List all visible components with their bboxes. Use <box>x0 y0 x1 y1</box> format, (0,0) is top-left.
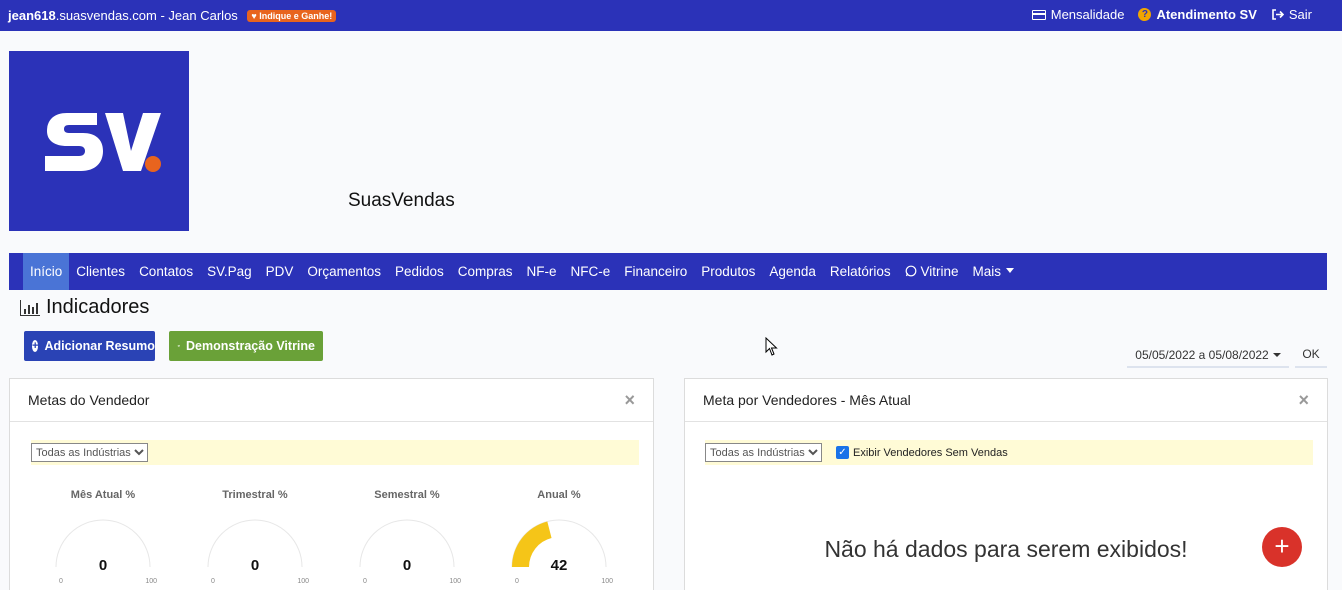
plus-circle-icon: + <box>32 340 39 352</box>
close-icon[interactable]: × <box>1298 390 1309 411</box>
bar-chart-icon <box>20 299 40 316</box>
nav-pdv[interactable]: PDV <box>259 253 301 290</box>
account-name: jean618 <box>8 8 56 23</box>
add-fab-button[interactable]: + <box>1262 527 1302 567</box>
gauge-min: 0 <box>515 578 519 585</box>
top-actions: Mensalidade ? Atendimento SV Sair <box>1031 7 1312 22</box>
panel-title: Meta por Vendedores - Mês Atual <box>703 392 911 408</box>
nav-agenda[interactable]: Agenda <box>762 253 823 290</box>
gauge-title: Semestral % <box>374 489 440 501</box>
gauge-max: 100 <box>601 578 613 585</box>
nav-vitrine[interactable]: Vitrine <box>898 253 966 290</box>
ok-button[interactable]: OK <box>1295 344 1327 368</box>
nav-nfe[interactable]: NF-e <box>520 253 564 290</box>
gauge-mes-atual: Mês Atual % 0 0 100 <box>43 489 163 585</box>
gauge-semestral: Semestral % 0 0 100 <box>347 489 467 585</box>
nav-relatorios[interactable]: Relatórios <box>823 253 898 290</box>
close-icon[interactable]: × <box>624 390 635 411</box>
date-range-picker[interactable]: 05/05/2022 a 05/08/2022 <box>1127 344 1289 368</box>
indique-badge[interactable]: ♥ Indique e Ganhe! <box>247 10 337 22</box>
gauge-max: 100 <box>145 578 157 585</box>
nav-financeiro[interactable]: Financeiro <box>617 253 694 290</box>
nav-nfce[interactable]: NFC-e <box>564 253 618 290</box>
industry-select[interactable]: Todas as Indústrias <box>705 443 822 462</box>
empty-message: Não há dados para serem exibidos! <box>824 536 1188 562</box>
gauge-min: 0 <box>59 578 63 585</box>
sair-label: Sair <box>1288 7 1312 22</box>
nav-mais-label: Mais <box>972 264 1001 279</box>
nav-clientes[interactable]: Clientes <box>69 253 132 290</box>
gauges-row: Mês Atual % 0 0 100 Trimestral % 0 0 100… <box>10 489 653 590</box>
caret-down-icon <box>1272 353 1281 357</box>
gauge-max: 100 <box>297 578 309 585</box>
brand-name: SuasVendas <box>348 190 455 211</box>
filter-bar: Todas as Indústrias <box>31 440 639 465</box>
nav-orcamentos[interactable]: Orçamentos <box>300 253 388 290</box>
top-bar: jean618.suasvendas.com - Jean Carlos ♥ I… <box>0 0 1342 31</box>
indique-badge-label: Indique e Ganhe! <box>259 11 333 21</box>
meta-vendedores-panel: Meta por Vendedores - Mês Atual × Todas … <box>684 378 1328 590</box>
gauge-trimestral: Trimestral % 0 0 100 <box>195 489 315 585</box>
page-title: Indicadores <box>20 296 149 319</box>
nav-produtos[interactable]: Produtos <box>694 253 762 290</box>
mensalidade-link[interactable]: Mensalidade <box>1031 7 1125 22</box>
user-name: - Jean Carlos <box>156 8 238 23</box>
gauge-max: 100 <box>449 578 461 585</box>
demo-vitrine-button[interactable]: Demonstração Vitrine <box>169 331 323 361</box>
brand-logo[interactable] <box>9 51 189 231</box>
show-sellers-checkbox[interactable]: ✓ Exibir Vendedores Sem Vendas <box>836 446 1008 459</box>
account-domain: .suasvendas.com <box>55 8 157 23</box>
main-nav: Início Clientes Contatos SV.Pag PDV Orça… <box>9 253 1327 290</box>
whatsapp-icon <box>905 265 917 277</box>
nav-contatos[interactable]: Contatos <box>132 253 200 290</box>
nav-inicio[interactable]: Início <box>23 253 70 290</box>
metas-vendedor-panel: Metas do Vendedor × Todas as Indústrias … <box>9 378 654 590</box>
caret-down-icon <box>1005 268 1014 273</box>
sair-link[interactable]: Sair <box>1271 7 1312 22</box>
page-title-text: Indicadores <box>46 296 150 318</box>
nav-compras[interactable]: Compras <box>451 253 520 290</box>
gauge-min: 0 <box>363 578 367 585</box>
panel-title: Metas do Vendedor <box>28 392 150 408</box>
filter-bar: Todas as Indústrias ✓ Exibir Vendedores … <box>705 440 1313 465</box>
paper-plane-icon <box>177 344 180 348</box>
gauge-value: 0 <box>250 557 260 574</box>
credit-card-icon <box>1031 9 1046 20</box>
atendimento-label: Atendimento SV <box>1156 7 1257 22</box>
panel-header: Metas do Vendedor × <box>10 379 653 422</box>
industry-select[interactable]: Todas as Indústrias <box>31 443 148 462</box>
atendimento-link[interactable]: ? Atendimento SV <box>1138 7 1257 22</box>
account-info: jean618.suasvendas.com - Jean Carlos ♥ I… <box>8 8 337 23</box>
add-summary-button[interactable]: + Adicionar Resumo <box>24 331 155 361</box>
check-icon: ✓ <box>836 446 849 459</box>
gauge-value: 42 <box>550 557 568 574</box>
gauge-min: 0 <box>211 578 215 585</box>
date-range-label: 05/05/2022 a 05/08/2022 <box>1135 348 1269 362</box>
mensalidade-label: Mensalidade <box>1050 7 1125 22</box>
gauge-title: Anual % <box>537 489 581 501</box>
gauge-title: Trimestral % <box>222 489 288 501</box>
sv-logo-icon <box>45 113 161 172</box>
nav-svpag[interactable]: SV.Pag <box>200 253 259 290</box>
nav-mais[interactable]: Mais <box>965 253 1021 290</box>
demo-vitrine-label: Demonstração Vitrine <box>186 339 315 353</box>
panel-header: Meta por Vendedores - Mês Atual × <box>685 379 1327 422</box>
gauge-value: 0 <box>402 557 412 574</box>
help-icon: ? <box>1138 8 1152 21</box>
gauge-title: Mês Atual % <box>70 489 136 501</box>
logout-icon <box>1272 9 1284 20</box>
nav-vitrine-label: Vitrine <box>920 264 959 279</box>
gauge-value: 0 <box>98 557 108 574</box>
add-summary-label: Adicionar Resumo <box>44 339 155 353</box>
nav-pedidos[interactable]: Pedidos <box>388 253 451 290</box>
checkbox-label: Exibir Vendedores Sem Vendas <box>853 446 1008 459</box>
gauge-anual: Anual % 42 0 100 <box>499 489 619 585</box>
mouse-cursor-icon <box>765 337 778 356</box>
